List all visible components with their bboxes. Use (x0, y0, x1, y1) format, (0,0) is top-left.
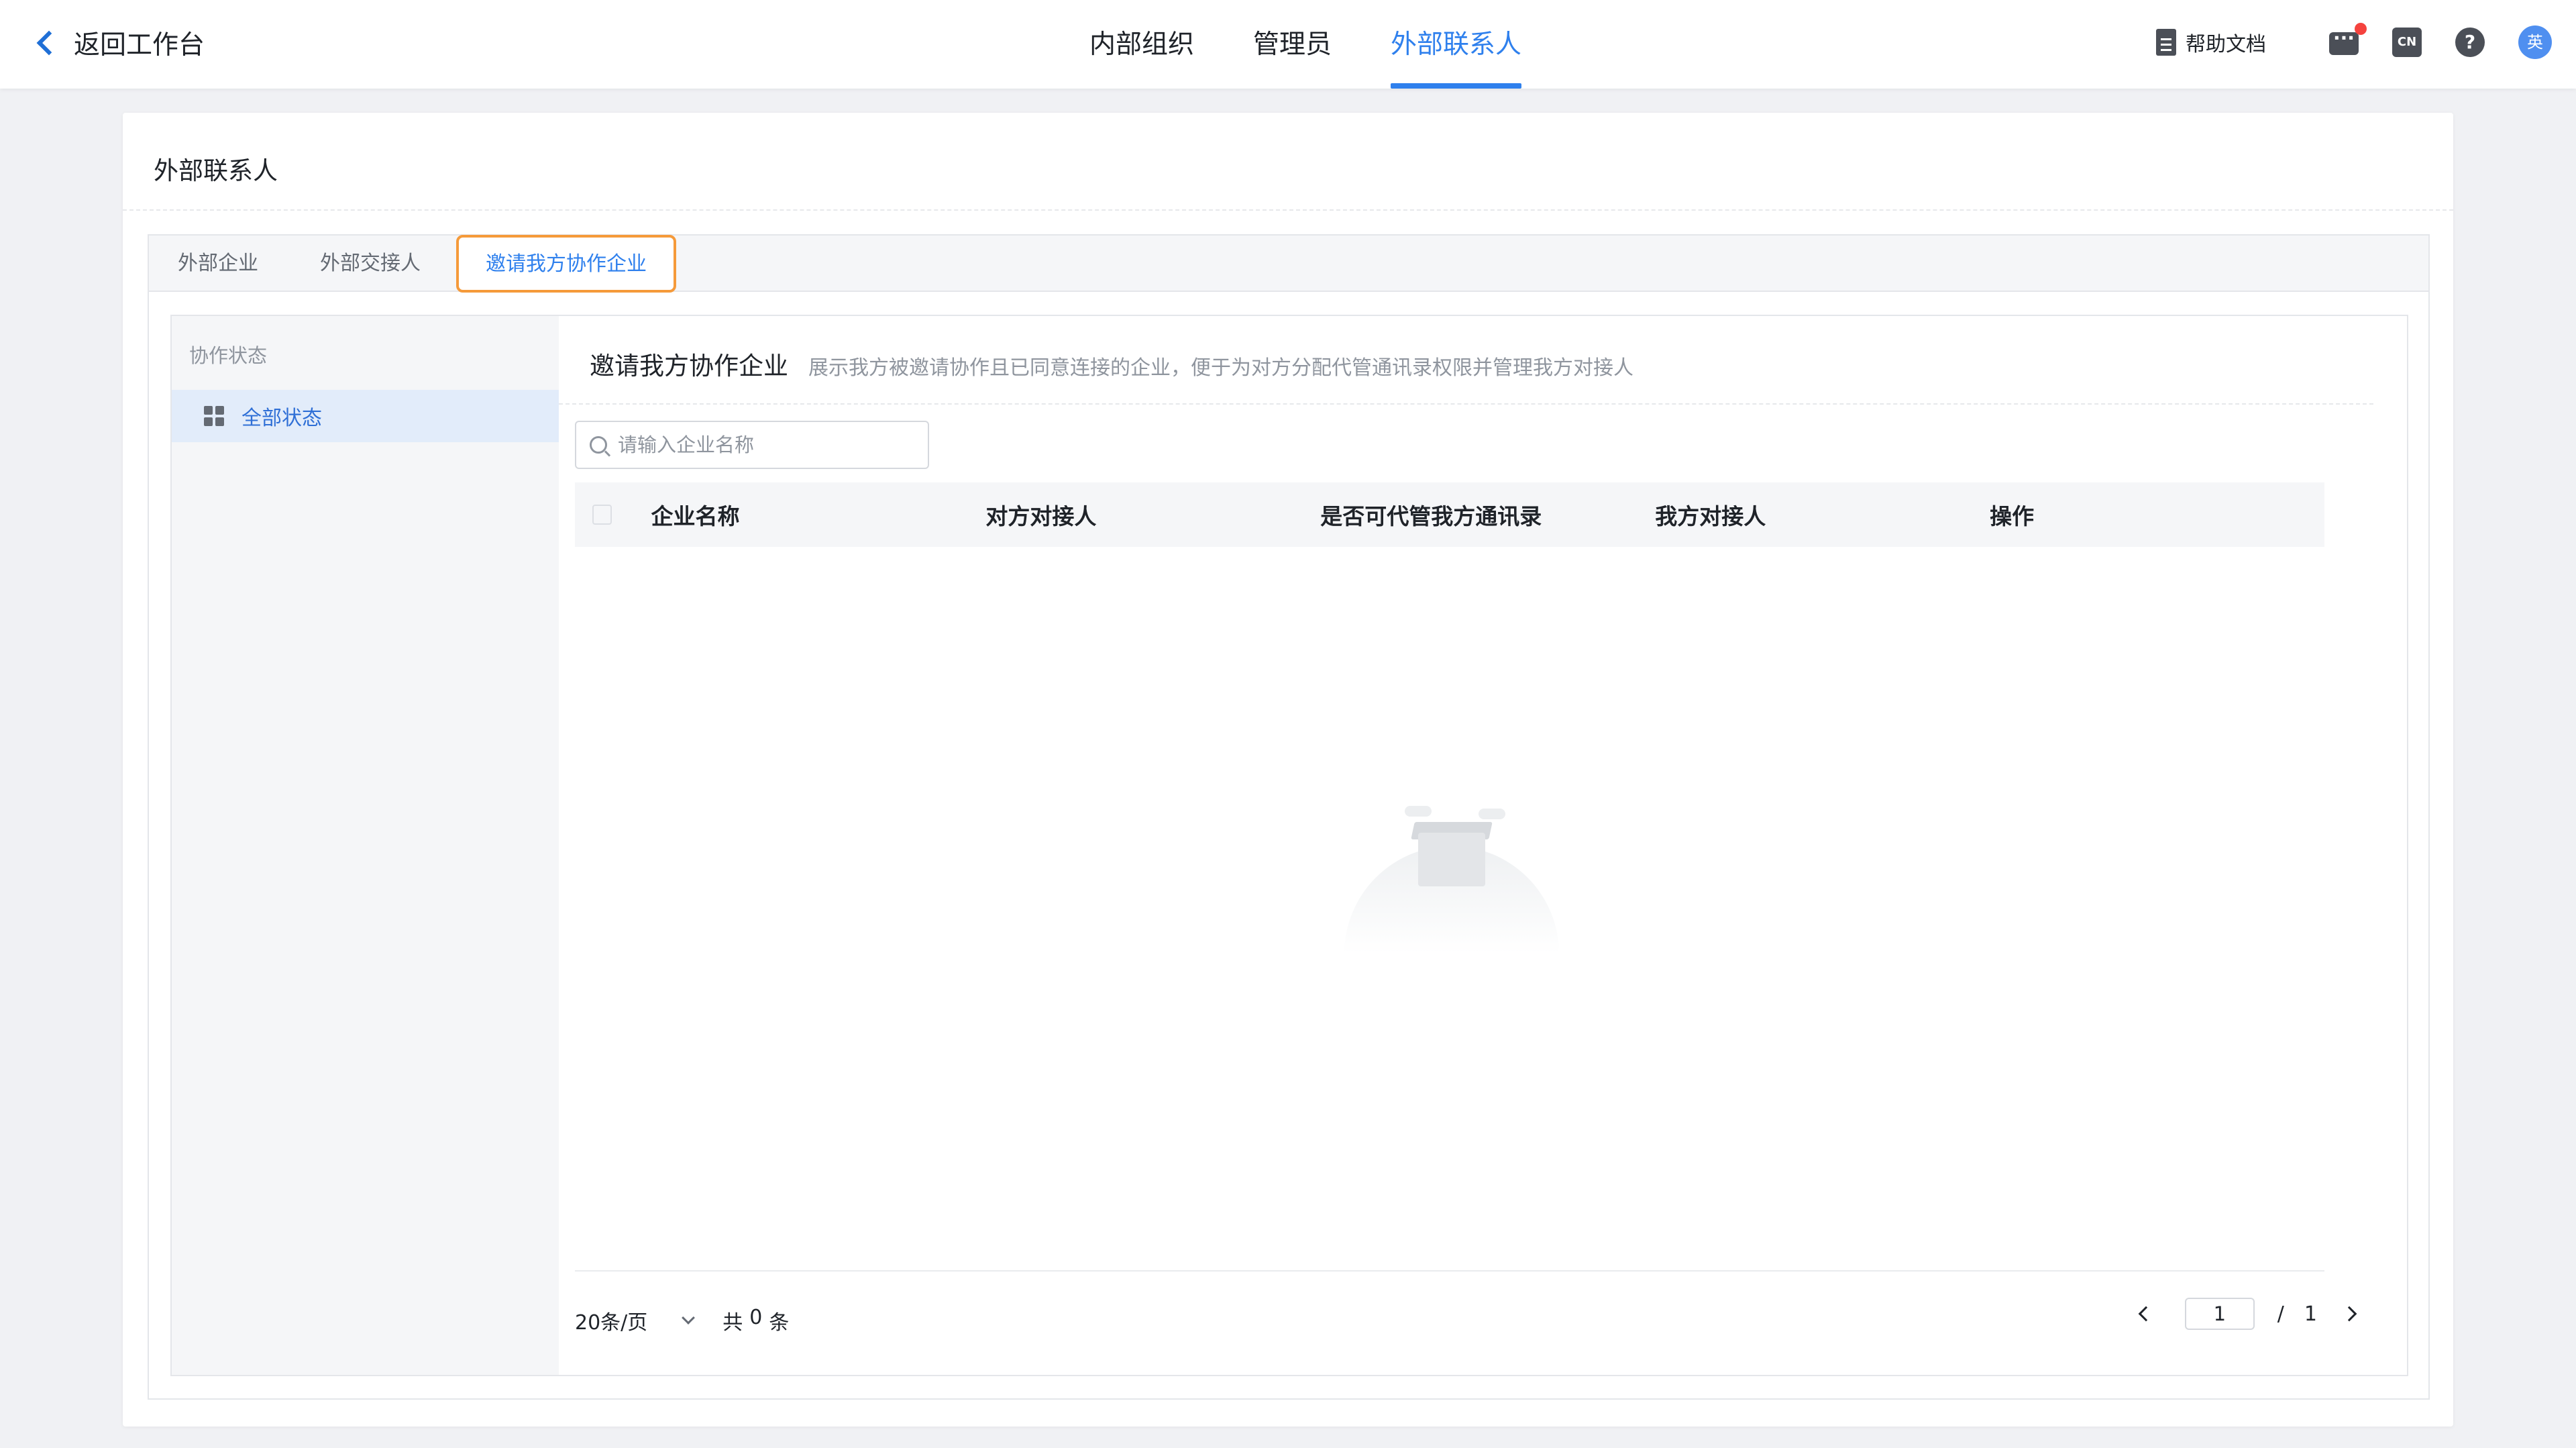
back-label: 返回工作台 (74, 30, 205, 60)
tab-invited-collaborators[interactable]: 邀请我方协作企业 (456, 235, 676, 293)
total-pages: 1 (2304, 1302, 2317, 1326)
main-card: 外部联系人 外部企业 外部交接人 邀请我方协作企业 协作状态 全部状态 邀请我方… (123, 113, 2453, 1427)
top-bar: 返回工作台 内部组织 管理员 外部联系人 帮助文档 CN ? 英 (0, 0, 2576, 89)
tab-container: 外部企业 外部交接人 邀请我方协作企业 协作状态 全部状态 邀请我方协作企业 展… (148, 234, 2430, 1400)
divider (559, 403, 2373, 405)
total-count: 共 0 条 (722, 1306, 789, 1335)
chevron-down-icon (682, 1311, 696, 1325)
avatar[interactable]: 英 (2518, 25, 2552, 59)
content-header: 邀请我方协作企业 展示我方被邀请协作且已同意连接的企业，便于为对方分配代管通讯录… (590, 346, 1633, 382)
page-separator: / (2277, 1302, 2284, 1326)
main-content: 邀请我方协作企业 展示我方被邀请协作且已同意连接的企业，便于为对方分配代管通讯录… (559, 316, 2407, 1375)
sub-tabs: 外部企业 外部交接人 邀请我方协作企业 (149, 235, 2428, 293)
document-icon (2156, 29, 2176, 56)
main-nav-tabs: 内部组织 管理员 外部联系人 (1060, 0, 1551, 89)
page-title: 外部联系人 (154, 156, 278, 185)
divider (123, 209, 2453, 211)
divider (575, 1270, 2324, 1272)
tab-internal-organization[interactable]: 内部组织 (1060, 0, 1224, 89)
notification-dot (2355, 23, 2367, 35)
message-icon[interactable] (2329, 23, 2367, 55)
back-to-workbench-button[interactable]: 返回工作台 (34, 24, 205, 62)
tab-external-handover[interactable]: 外部交接人 (320, 236, 421, 292)
help-icon[interactable]: ? (2455, 28, 2485, 57)
tab-external-contacts[interactable]: 外部联系人 (1361, 0, 1551, 89)
column-header-their-contact: 对方对接人 (985, 503, 1097, 529)
column-header-can-manage: 是否可代管我方通讯录 (1320, 503, 1542, 529)
sidebar-item-all-status[interactable]: 全部状态 (172, 390, 559, 442)
header-tools: 帮助文档 CN ? 英 (2156, 23, 2552, 59)
total-prefix: 共 (722, 1311, 743, 1335)
page-size-select[interactable]: 20条/页 (575, 1306, 696, 1335)
sidebar-section-title: 协作状态 (189, 344, 268, 367)
grid-icon (204, 406, 224, 426)
page-number-input[interactable]: 1 (2184, 1298, 2255, 1330)
language-icon[interactable]: CN (2392, 28, 2422, 57)
tab-external-enterprises[interactable]: 外部企业 (178, 236, 258, 292)
tab-administrators[interactable]: 管理员 (1224, 0, 1361, 89)
column-header-our-contact: 我方对接人 (1655, 503, 1766, 529)
sidebar-item-label: 全部状态 (241, 407, 322, 430)
search-box (575, 421, 929, 469)
total-number: 0 (749, 1306, 763, 1329)
help-doc-label: 帮助文档 (2186, 33, 2266, 56)
table-header: 企业名称 对方对接人 是否可代管我方通讯录 我方对接人 操作 (575, 482, 2324, 547)
select-all-checkbox[interactable] (592, 505, 612, 525)
page-size-value: 20条/页 (575, 1311, 648, 1335)
column-header-actions: 操作 (1990, 503, 2035, 529)
pagination-controls: 1 / 1 (2138, 1298, 2357, 1330)
total-suffix: 条 (769, 1311, 790, 1335)
prev-page-icon[interactable] (2138, 1306, 2154, 1322)
next-page-icon[interactable] (2341, 1306, 2357, 1322)
chevron-left-icon (36, 30, 62, 56)
search-icon (590, 436, 607, 454)
pagination-info: 20条/页 共 0 条 (575, 1306, 789, 1335)
empty-state-illustration (1338, 799, 1566, 953)
column-header-company: 企业名称 (651, 503, 740, 529)
status-sidebar: 协作状态 全部状态 (172, 316, 559, 1375)
content-panel: 协作状态 全部状态 邀请我方协作企业 展示我方被邀请协作且已同意连接的企业，便于… (170, 315, 2408, 1376)
help-doc-button[interactable]: 帮助文档 (2156, 28, 2266, 57)
section-description: 展示我方被邀请协作且已同意连接的企业，便于为对方分配代管通讯录权限并管理我方对接… (808, 356, 1633, 380)
search-input[interactable] (618, 433, 913, 456)
section-title: 邀请我方协作企业 (590, 352, 788, 380)
